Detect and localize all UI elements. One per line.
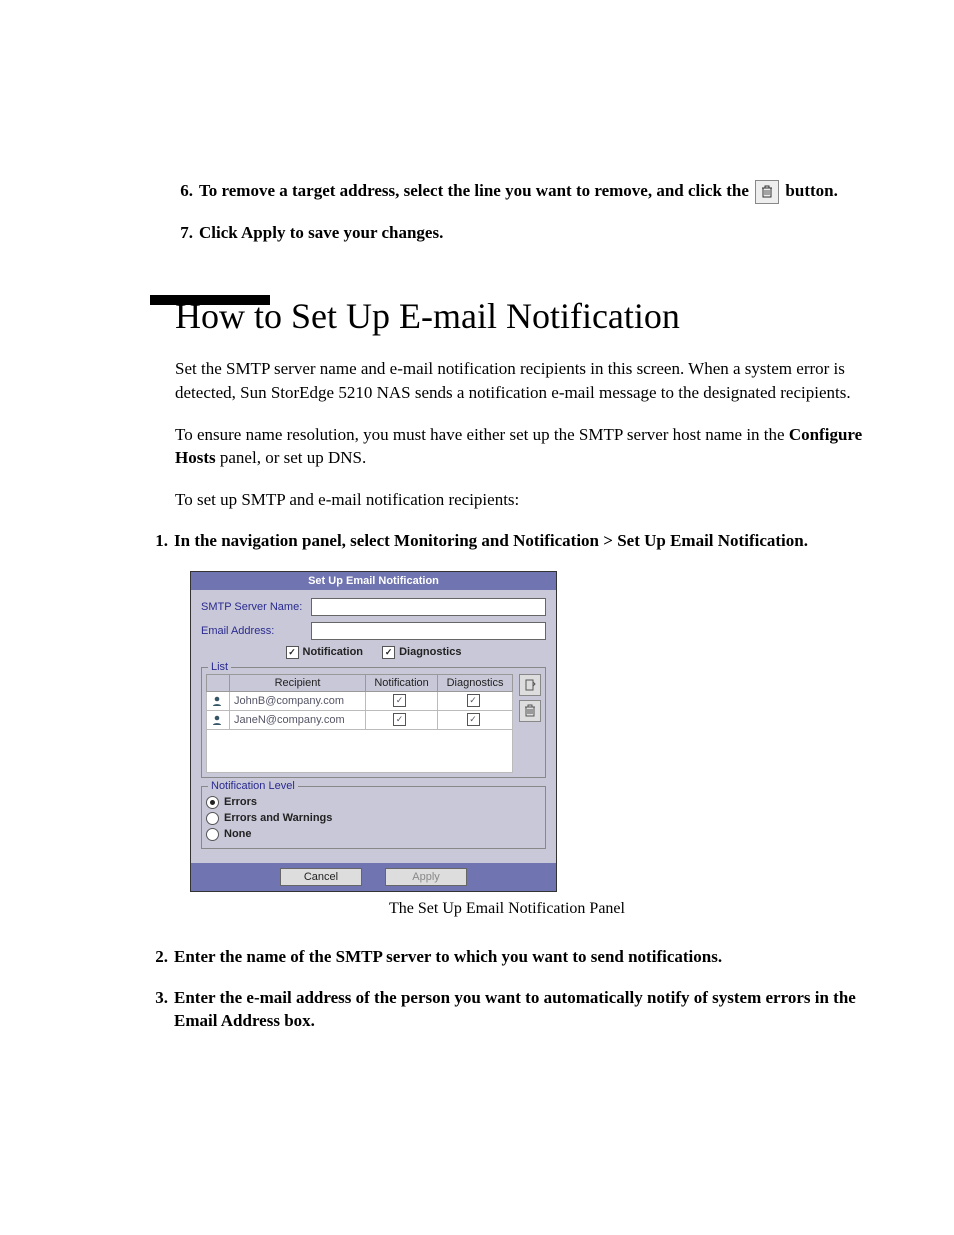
step-2: 2. Enter the name of the SMTP server to … xyxy=(150,946,864,969)
row-diagnostics-checkbox[interactable]: ✓ xyxy=(467,713,480,726)
row-notification-checkbox[interactable]: ✓ xyxy=(393,694,406,707)
email-notification-panel: Set Up Email Notification SMTP Server Na… xyxy=(190,571,557,892)
apply-button[interactable]: Apply xyxy=(385,868,467,886)
person-icon xyxy=(211,714,223,726)
level-legend: Notification Level xyxy=(208,780,298,792)
cancel-button[interactable]: Cancel xyxy=(280,868,362,886)
intro-paragraph-3: To set up SMTP and e-mail notification r… xyxy=(175,488,864,512)
recipient-cell: JaneN@company.com xyxy=(230,710,366,729)
section-divider-bar xyxy=(150,295,270,305)
list-fieldset: List Recipient Notification Diagnostics … xyxy=(201,667,546,778)
step-number: 1. xyxy=(150,530,168,553)
col-notification: Notification xyxy=(366,674,438,691)
trash-icon xyxy=(755,180,779,204)
recipient-table: Recipient Notification Diagnostics JohnB… xyxy=(206,674,513,773)
col-diagnostics: Diagnostics xyxy=(438,674,513,691)
step-number: 6. xyxy=(175,180,193,204)
email-address-label: Email Address: xyxy=(201,625,311,637)
intro-paragraph-1: Set the SMTP server name and e-mail noti… xyxy=(175,357,864,405)
person-icon xyxy=(211,695,223,707)
row-diagnostics-checkbox[interactable]: ✓ xyxy=(467,694,480,707)
step-text: Enter the name of the SMTP server to whi… xyxy=(174,946,722,969)
list-legend: List xyxy=(208,661,231,673)
step-6: 6. To remove a target address, select th… xyxy=(175,180,864,204)
radio-none[interactable]: None xyxy=(206,828,541,841)
add-recipient-button[interactable] xyxy=(519,674,541,696)
col-recipient: Recipient xyxy=(230,674,366,691)
step-1: 1. In the navigation panel, select Monit… xyxy=(150,530,864,553)
intro-paragraph-2: To ensure name resolution, you must have… xyxy=(175,423,864,471)
step-number: 2. xyxy=(150,946,168,969)
section-heading: How to Set Up E-mail Notification xyxy=(175,295,864,337)
table-row[interactable]: JohnB@company.com ✓ ✓ xyxy=(207,691,513,710)
radio-errors-warnings[interactable]: Errors and Warnings xyxy=(206,812,541,825)
delete-recipient-button[interactable] xyxy=(519,700,541,722)
panel-title: Set Up Email Notification xyxy=(191,572,556,590)
smtp-server-label: SMTP Server Name: xyxy=(201,601,311,613)
step-text: In the navigation panel, select Monitori… xyxy=(174,530,808,553)
notification-level-fieldset: Notification Level Errors Errors and War… xyxy=(201,786,546,849)
step-3: 3. Enter the e-mail address of the perso… xyxy=(150,987,864,1033)
table-row[interactable]: JaneN@company.com ✓ ✓ xyxy=(207,710,513,729)
step-text: To remove a target address, select the l… xyxy=(199,180,838,204)
step-number: 7. xyxy=(175,222,193,245)
step-text: Enter the e-mail address of the person y… xyxy=(174,987,864,1033)
figure-caption: The Set Up Email Notification Panel xyxy=(150,900,864,918)
radio-errors[interactable]: Errors xyxy=(206,796,541,809)
email-address-input[interactable] xyxy=(311,622,546,640)
notification-checkbox[interactable]: ✓Notification xyxy=(286,646,364,659)
row-notification-checkbox[interactable]: ✓ xyxy=(393,713,406,726)
recipient-cell: JohnB@company.com xyxy=(230,691,366,710)
diagnostics-checkbox[interactable]: ✓Diagnostics xyxy=(382,646,461,659)
step-text: Click Apply to save your changes. xyxy=(199,222,443,245)
smtp-server-input[interactable] xyxy=(311,598,546,616)
step-7: 7. Click Apply to save your changes. xyxy=(175,222,864,245)
step-number: 3. xyxy=(150,987,168,1033)
